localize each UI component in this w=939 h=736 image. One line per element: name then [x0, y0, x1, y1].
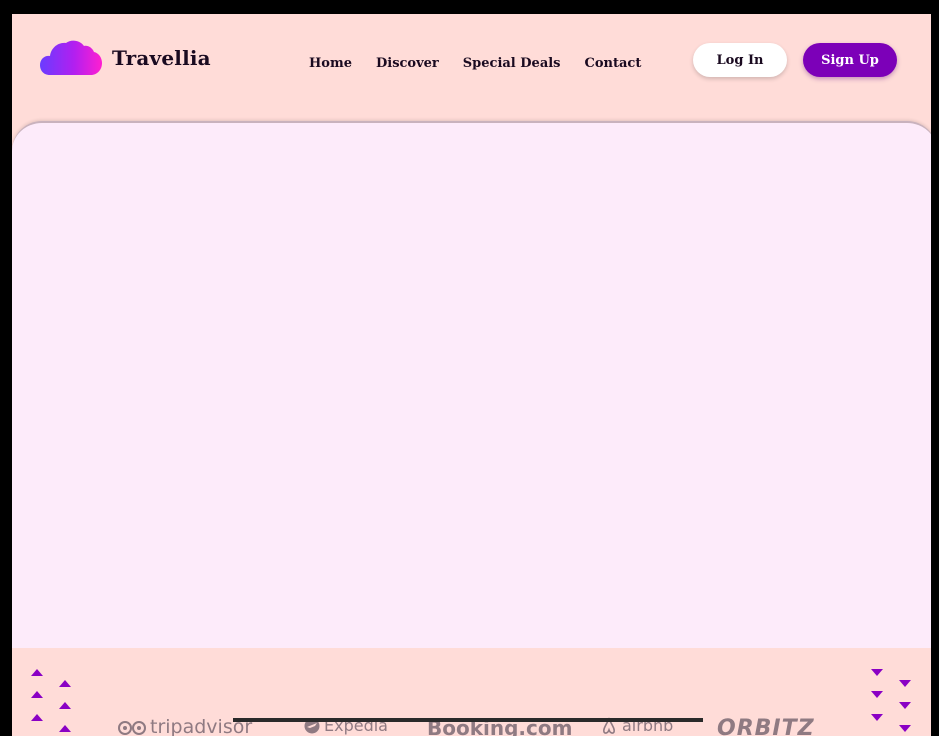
- triangle-down-icon: [871, 714, 883, 721]
- triangle-down-icon: [899, 702, 911, 709]
- triangle-up-icon: [59, 702, 71, 709]
- triangle-up-icon: [59, 725, 71, 732]
- triangle-up-icon: [31, 714, 43, 721]
- nav-special-deals[interactable]: Special Deals: [463, 56, 561, 71]
- nav-discover[interactable]: Discover: [376, 56, 439, 71]
- site-header: Travellia Home Discover Special Deals Co…: [12, 14, 931, 114]
- login-button[interactable]: Log In: [693, 43, 787, 77]
- nav-home[interactable]: Home: [309, 56, 352, 71]
- cloud-icon: [40, 40, 102, 75]
- triangle-down-icon: [871, 691, 883, 698]
- triangle-up-icon: [59, 680, 71, 687]
- owl-icon: [118, 721, 146, 735]
- logo[interactable]: Travellia: [40, 38, 211, 78]
- orbitz-logo: ORBITZ: [717, 716, 815, 736]
- nav-contact[interactable]: Contact: [585, 56, 642, 71]
- main-nav: Home Discover Special Deals Contact: [309, 53, 641, 73]
- scrollbar[interactable]: [233, 718, 703, 722]
- triangle-up-icon: [31, 691, 43, 698]
- signup-button[interactable]: Sign Up: [803, 43, 897, 77]
- page: Travellia Home Discover Special Deals Co…: [12, 14, 931, 736]
- partners-strip: tripadvisor Expedia Booking.com airbnb O…: [12, 648, 931, 736]
- hero-panel: [12, 121, 931, 648]
- brand-name: Travellia: [112, 46, 211, 70]
- orbitz-text: ORBITZ: [717, 716, 815, 736]
- triangle-down-icon: [899, 725, 911, 732]
- triangle-down-icon: [899, 680, 911, 687]
- triangle-up-icon: [31, 669, 43, 676]
- triangle-down-icon: [871, 669, 883, 676]
